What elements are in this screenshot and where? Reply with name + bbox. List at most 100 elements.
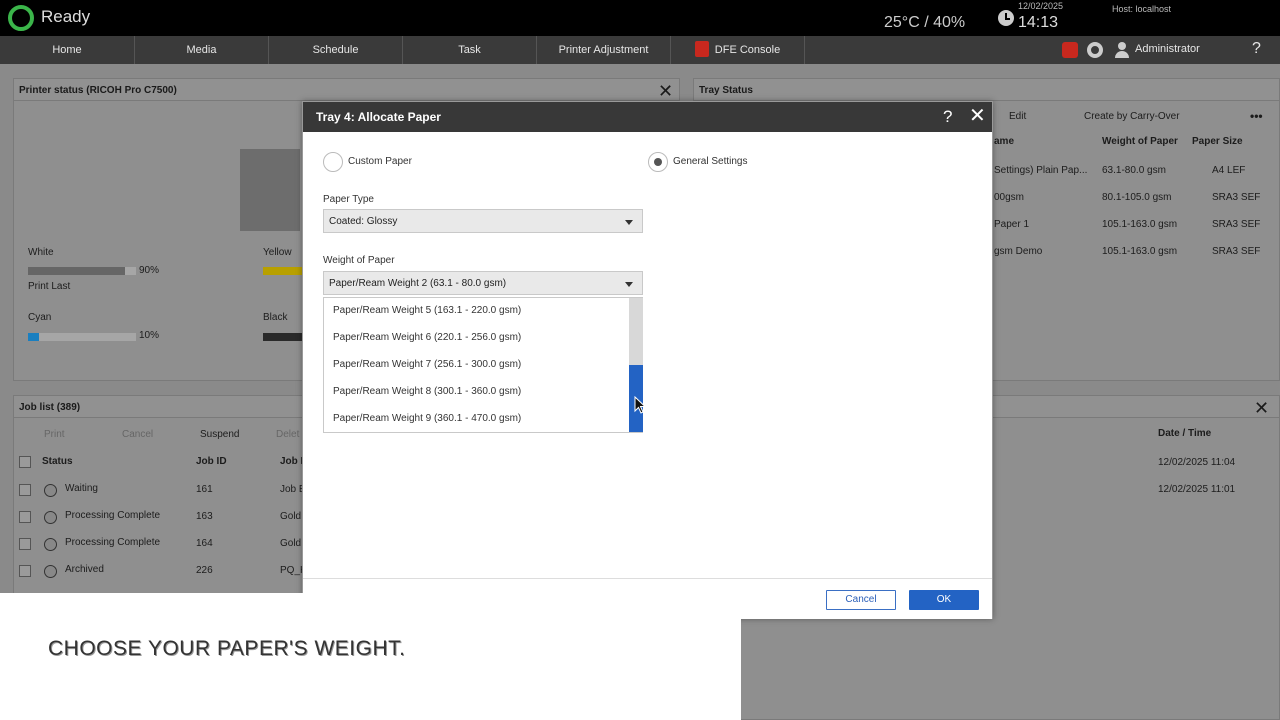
- toner-black-label: Black: [263, 312, 288, 323]
- help-icon[interactable]: ?: [1252, 40, 1261, 58]
- nav-printer-adjustment[interactable]: Printer Adjustment: [537, 36, 671, 64]
- printer-image: [240, 149, 300, 231]
- tray-more-icon[interactable]: •••: [1250, 109, 1263, 123]
- job-id: 163: [196, 511, 213, 522]
- row-checkbox[interactable]: [19, 511, 31, 523]
- job-name: Gold.: [280, 538, 304, 549]
- nav-dfe-label: DFE Console: [714, 44, 781, 56]
- job-suspend-button[interactable]: Suspend: [200, 429, 239, 440]
- tray-row-weight: 63.1-80.0 gsm: [1102, 165, 1166, 176]
- toner-white-bar: [28, 267, 136, 275]
- general-settings-label: General Settings: [673, 156, 748, 167]
- tray-row-size: SRA3 SEF: [1212, 246, 1261, 257]
- weight-option[interactable]: Paper/Ream Weight 6 (220.1 - 256.0 gsm): [333, 332, 521, 343]
- job-delete-button[interactable]: Delet: [276, 429, 299, 440]
- toner-cyan-percent: 10%: [139, 330, 160, 341]
- toner-yellow-bar: [263, 267, 303, 275]
- allocate-paper-dialog: Tray 4: Allocate Paper ? ✕ Custom Paper …: [302, 101, 993, 619]
- toner-yellow-fill: [263, 267, 303, 275]
- status-icon: [44, 511, 57, 524]
- job-cancel-button[interactable]: Cancel: [122, 429, 153, 440]
- nav-dfe-console[interactable]: DFE Console: [671, 36, 805, 64]
- job-id: 226: [196, 565, 213, 576]
- tray-row-size: SRA3 SEF: [1212, 219, 1261, 230]
- paper-type-value: Coated: Glossy: [329, 216, 398, 227]
- toner-white-label: White: [28, 247, 54, 258]
- dialog-title: Tray 4: Allocate Paper: [316, 110, 441, 124]
- weight-option[interactable]: Paper/Ream Weight 9 (360.1 - 470.0 gsm): [333, 413, 521, 424]
- host-label: Host: localhost: [1112, 4, 1172, 14]
- job-col-id[interactable]: Job ID: [196, 456, 227, 467]
- print-last-label: Print Last: [28, 281, 71, 292]
- main-nav: Home Media Schedule Task Printer Adjustm…: [0, 36, 1280, 64]
- printer-status-title: Printer status (RICOH Pro C7500): [14, 79, 679, 101]
- top-status-bar: Ready 25°C / 40% 12/02/2025 14:13 Host: …: [0, 0, 1280, 36]
- job-status: Waiting: [65, 483, 98, 494]
- cancel-button[interactable]: Cancel: [826, 590, 896, 610]
- mouse-cursor-icon: [634, 396, 646, 414]
- status-icon: [44, 538, 57, 551]
- nav-task[interactable]: Task: [403, 36, 537, 64]
- weight-option[interactable]: Paper/Ream Weight 5 (163.1 - 220.0 gsm): [333, 305, 521, 316]
- paper-type-label: Paper Type: [323, 194, 374, 205]
- job-date: 12/02/2025 11:04: [1158, 457, 1236, 468]
- toner-white-percent: 90%: [139, 265, 160, 276]
- machine-status: Ready: [41, 7, 91, 26]
- job-print-button[interactable]: Print: [44, 429, 65, 440]
- date-display: 12/02/2025: [1018, 1, 1064, 11]
- chevron-down-icon: [625, 282, 633, 287]
- tray-row-name: Paper 1: [994, 219, 1030, 230]
- tray-create-button[interactable]: Create by Carry-Over: [1084, 111, 1180, 122]
- tray-row-name: gsm Demo: [994, 246, 1043, 257]
- nav-media[interactable]: Media: [135, 36, 269, 64]
- tray-row-size: A4 LEF: [1212, 165, 1246, 176]
- nav-home[interactable]: Home: [0, 36, 135, 64]
- job-status: Processing Complete: [65, 537, 161, 548]
- tray-row-size: SRA3 SEF: [1212, 192, 1261, 203]
- dialog-help-icon[interactable]: ?: [943, 107, 952, 127]
- weight-select[interactable]: Paper/Ream Weight 2 (63.1 - 80.0 gsm): [323, 271, 643, 295]
- status-icon: [44, 484, 57, 497]
- job-date: 12/02/2025 11:01: [1158, 484, 1236, 495]
- dialog-header: Tray 4: Allocate Paper ? ✕: [303, 102, 992, 132]
- weight-label: Weight of Paper: [323, 255, 395, 266]
- row-checkbox[interactable]: [19, 565, 31, 577]
- general-settings-radio[interactable]: [648, 152, 668, 172]
- job-col-status[interactable]: Status: [42, 456, 73, 467]
- paper-type-select[interactable]: Coated: Glossy: [323, 209, 643, 233]
- custom-paper-radio[interactable]: [323, 152, 343, 172]
- ok-button[interactable]: OK: [909, 590, 979, 610]
- job-col-date[interactable]: Date / Time: [1158, 428, 1211, 439]
- ready-status-icon: [8, 5, 34, 31]
- job-id: 161: [196, 484, 213, 495]
- clock-icon: [998, 10, 1014, 26]
- job-name: Gold.: [280, 511, 304, 522]
- row-checkbox[interactable]: [19, 484, 31, 496]
- tray-row-weight: 80.1-105.0 gsm: [1102, 192, 1172, 203]
- dialog-close-icon[interactable]: ✕: [969, 106, 986, 126]
- toner-white-fill: [28, 267, 126, 275]
- select-all-checkbox[interactable]: [19, 456, 31, 468]
- job-status: Processing Complete: [65, 510, 161, 521]
- tray-edit-button[interactable]: Edit: [1009, 111, 1026, 122]
- nav-schedule[interactable]: Schedule: [269, 36, 403, 64]
- tray-col-weight: Weight of Paper: [1102, 136, 1178, 147]
- user-name[interactable]: Administrator: [1135, 36, 1200, 64]
- tray-row-name: 00gsm: [994, 192, 1025, 203]
- job-id: 164: [196, 538, 213, 549]
- temperature-humidity: 25°C / 40%: [884, 14, 966, 31]
- tray-status-title: Tray Status: [694, 79, 1279, 101]
- alert-icon[interactable]: [1062, 42, 1078, 58]
- tray-col-size: Paper Size: [1192, 136, 1243, 147]
- tray-col-name: ame: [994, 136, 1015, 147]
- job-list-close-icon[interactable]: ✕: [1254, 399, 1269, 417]
- toner-cyan-bar: [28, 333, 136, 341]
- weight-value: Paper/Ream Weight 2 (63.1 - 80.0 gsm): [329, 278, 507, 289]
- weight-option[interactable]: Paper/Ream Weight 7 (256.1 - 300.0 gsm): [333, 359, 521, 370]
- weight-option[interactable]: Paper/Ream Weight 8 (300.1 - 360.0 gsm): [333, 386, 521, 397]
- job-status: Archived: [65, 564, 104, 575]
- printer-status-close-icon[interactable]: ✕: [658, 82, 673, 100]
- tray-row-name: Settings) Plain Pap...: [994, 165, 1088, 176]
- gear-icon[interactable]: [1087, 42, 1103, 58]
- row-checkbox[interactable]: [19, 538, 31, 550]
